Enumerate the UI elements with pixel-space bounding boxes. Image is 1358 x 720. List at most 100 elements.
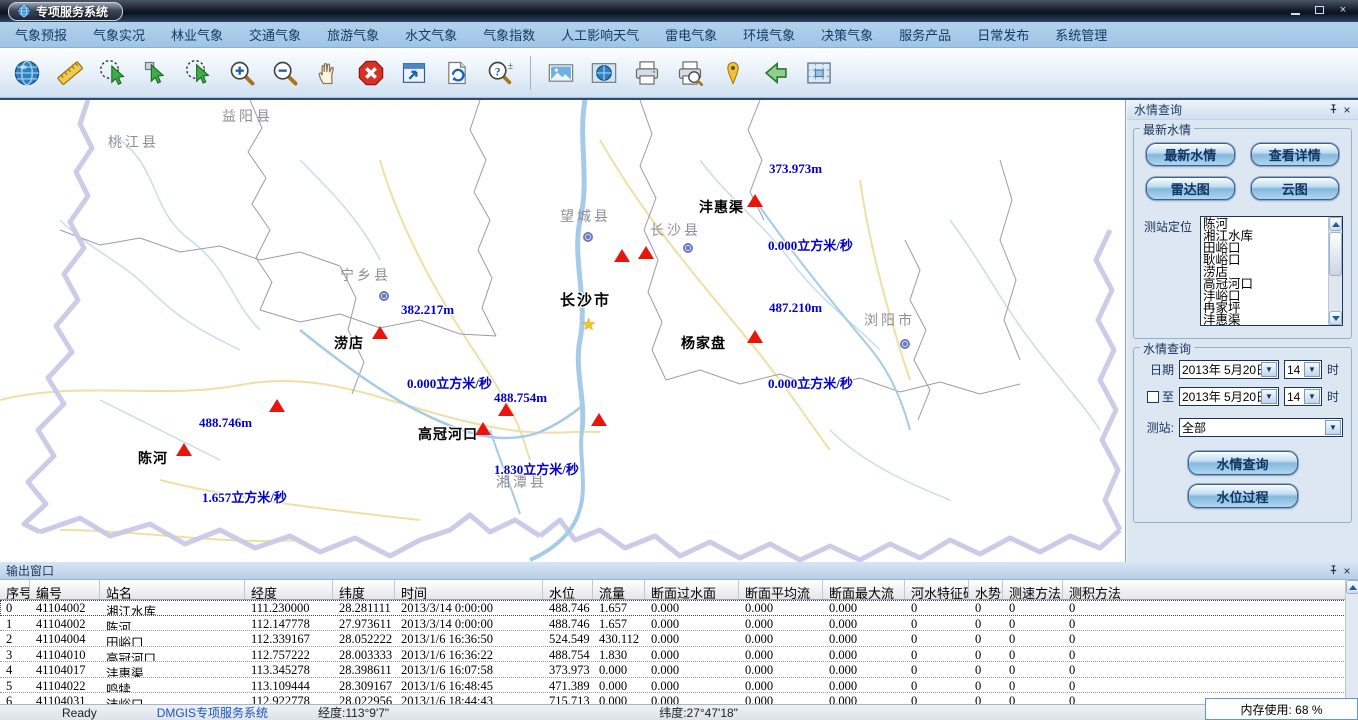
stop-icon[interactable] bbox=[354, 54, 388, 92]
print-preview-icon[interactable] bbox=[673, 54, 707, 92]
maximize-button[interactable] bbox=[1310, 3, 1328, 17]
menu-item[interactable]: 气象指数 bbox=[470, 25, 548, 44]
zoom-in-icon[interactable] bbox=[225, 54, 259, 92]
station-triangle-marker[interactable] bbox=[475, 422, 491, 435]
date-from-combo[interactable]: 2013年 5月20日 ▼ bbox=[1179, 360, 1279, 379]
scroll-up-icon[interactable] bbox=[1329, 217, 1342, 231]
map-canvas[interactable]: 益阳县桃江县望城县长沙县宁乡县浏阳市湘潭县长沙市沣惠渠杨家盘涝店高冠河口陈河37… bbox=[0, 100, 1126, 562]
column-header[interactable]: 时间 bbox=[395, 580, 543, 599]
menu-item[interactable]: 气象预报 bbox=[2, 25, 80, 44]
to-label: 至 bbox=[1162, 388, 1174, 405]
close-button[interactable]: × bbox=[1334, 3, 1352, 17]
chevron-down-icon[interactable]: ▼ bbox=[1304, 362, 1320, 377]
menu-item[interactable]: 人工影响天气 bbox=[548, 25, 652, 44]
back-icon[interactable] bbox=[759, 54, 793, 92]
column-header[interactable]: 水势 bbox=[969, 580, 1003, 599]
column-header[interactable]: 站名 bbox=[100, 580, 245, 599]
chevron-down-icon[interactable]: ▼ bbox=[1261, 389, 1277, 404]
menu-item[interactable]: 日常发布 bbox=[964, 25, 1042, 44]
export-image-icon[interactable] bbox=[544, 54, 578, 92]
cloud-image-button[interactable]: 云图 bbox=[1251, 177, 1340, 200]
menu-item[interactable]: 水文气象 bbox=[392, 25, 470, 44]
full-extent-icon[interactable] bbox=[397, 54, 431, 92]
pointer-icon[interactable] bbox=[139, 54, 173, 92]
minimize-button[interactable] bbox=[1286, 3, 1304, 17]
menu-item[interactable]: 雷电气象 bbox=[652, 25, 730, 44]
hour-to-combo[interactable]: 14 ▼ bbox=[1284, 387, 1322, 406]
print-icon[interactable] bbox=[630, 54, 664, 92]
view-details-button[interactable]: 查看详情 bbox=[1251, 143, 1340, 166]
locate-pin-icon[interactable] bbox=[716, 54, 750, 92]
table-row[interactable]: 541104022鸣犊113.10944428.3091672013/1/6 1… bbox=[0, 678, 1358, 694]
table-row[interactable]: 041104002湘江水库111.23000028.2811112013/3/1… bbox=[0, 600, 1358, 616]
table-row[interactable]: 641104031沣峪口112.92277828.0229562013/1/6 … bbox=[0, 693, 1358, 704]
overview-map-icon[interactable] bbox=[802, 54, 836, 92]
station-triangle-marker[interactable] bbox=[747, 330, 763, 343]
table-row[interactable]: 441104017沣惠渠113.34527828.3986112013/1/6 … bbox=[0, 662, 1358, 678]
to-date-checkbox[interactable] bbox=[1147, 391, 1159, 403]
column-header[interactable]: 断面平均流 bbox=[739, 580, 823, 599]
menu-item[interactable]: 气象实况 bbox=[80, 25, 158, 44]
station-triangle-marker[interactable] bbox=[372, 326, 388, 339]
latest-water-button[interactable]: 最新水情 bbox=[1146, 143, 1235, 166]
chevron-down-icon[interactable]: ▼ bbox=[1261, 362, 1277, 377]
globe-view-icon[interactable] bbox=[587, 54, 621, 92]
list-scrollbar[interactable] bbox=[1328, 217, 1342, 325]
scroll-up-icon[interactable] bbox=[1346, 580, 1358, 594]
identify-icon[interactable]: ?± bbox=[483, 54, 517, 92]
station-triangle-marker[interactable] bbox=[638, 246, 654, 259]
menu-item[interactable]: 环境气象 bbox=[730, 25, 808, 44]
close-panel-icon[interactable]: × bbox=[1340, 103, 1354, 117]
station-list-item[interactable]: 沣惠渠 bbox=[1203, 314, 1326, 325]
date-to-combo[interactable]: 2013年 5月20日 ▼ bbox=[1179, 387, 1279, 406]
water-query-button[interactable]: 水情查询 bbox=[1188, 451, 1298, 475]
column-header[interactable]: 经度 bbox=[245, 580, 333, 599]
refresh-icon[interactable] bbox=[440, 54, 474, 92]
grid-vertical-scrollbar[interactable] bbox=[1345, 580, 1358, 704]
station-combo[interactable]: 全部 ▼ bbox=[1179, 418, 1343, 437]
column-header[interactable]: 纬度 bbox=[333, 580, 395, 599]
table-row[interactable]: 141104002陈河112.14777827.9736112013/3/14 … bbox=[0, 616, 1358, 632]
station-triangle-marker[interactable] bbox=[747, 194, 763, 207]
column-header[interactable]: 水位 bbox=[543, 580, 593, 599]
radar-chart-button[interactable]: 雷达图 bbox=[1146, 177, 1235, 200]
station-triangle-marker[interactable] bbox=[498, 403, 514, 416]
menu-item[interactable]: 决策气象 bbox=[808, 25, 886, 44]
column-header[interactable]: 测速方法 bbox=[1003, 580, 1063, 599]
close-output-icon[interactable]: × bbox=[1340, 564, 1354, 578]
globe-icon[interactable] bbox=[10, 54, 44, 92]
column-header[interactable]: 序号 bbox=[0, 580, 30, 599]
station-triangle-marker[interactable] bbox=[176, 443, 192, 456]
menu-item[interactable]: 旅游气象 bbox=[314, 25, 392, 44]
pin-icon[interactable] bbox=[1326, 103, 1340, 117]
station-triangle-marker[interactable] bbox=[269, 399, 285, 412]
pin-icon[interactable] bbox=[1326, 564, 1340, 578]
select-circle-icon[interactable] bbox=[182, 54, 216, 92]
water-level-process-button[interactable]: 水位过程 bbox=[1188, 484, 1298, 508]
table-row[interactable]: 241104004田峪口112.33916728.0522222013/1/6 … bbox=[0, 631, 1358, 647]
menu-item[interactable]: 林业气象 bbox=[158, 25, 236, 44]
column-header[interactable]: 测积方法 bbox=[1063, 580, 1348, 599]
column-header[interactable]: 编号 bbox=[30, 580, 100, 599]
scroll-thumb[interactable] bbox=[1329, 232, 1342, 276]
chevron-down-icon[interactable]: ▼ bbox=[1304, 389, 1320, 404]
menu-item[interactable]: 系统管理 bbox=[1042, 25, 1120, 44]
station-triangle-marker[interactable] bbox=[614, 249, 630, 262]
chevron-down-icon[interactable]: ▼ bbox=[1325, 420, 1341, 435]
select-features-icon[interactable] bbox=[96, 54, 130, 92]
menu-item[interactable]: 交通气象 bbox=[236, 25, 314, 44]
station-listbox[interactable]: 陈河湘江水库田峪口耿峪口涝店高冠河口沣峪口冉家坪沣惠渠 bbox=[1200, 216, 1343, 326]
measure-ruler-icon[interactable] bbox=[53, 54, 87, 92]
hour-from-combo[interactable]: 14 ▼ bbox=[1284, 360, 1322, 379]
pan-hand-icon[interactable] bbox=[311, 54, 345, 92]
scroll-down-icon[interactable] bbox=[1329, 311, 1342, 325]
column-header[interactable]: 断面过水面 bbox=[645, 580, 739, 599]
column-header[interactable]: 河水特征码 bbox=[905, 580, 969, 599]
table-cell: 0.000 bbox=[645, 616, 739, 631]
station-triangle-marker[interactable] bbox=[591, 413, 607, 426]
table-row[interactable]: 341104010高冠河口112.75722228.0033332013/1/6… bbox=[0, 647, 1358, 663]
column-header[interactable]: 断面最大流 bbox=[823, 580, 905, 599]
column-header[interactable]: 流量 bbox=[593, 580, 645, 599]
zoom-out-icon[interactable] bbox=[268, 54, 302, 92]
menu-item[interactable]: 服务产品 bbox=[886, 25, 964, 44]
